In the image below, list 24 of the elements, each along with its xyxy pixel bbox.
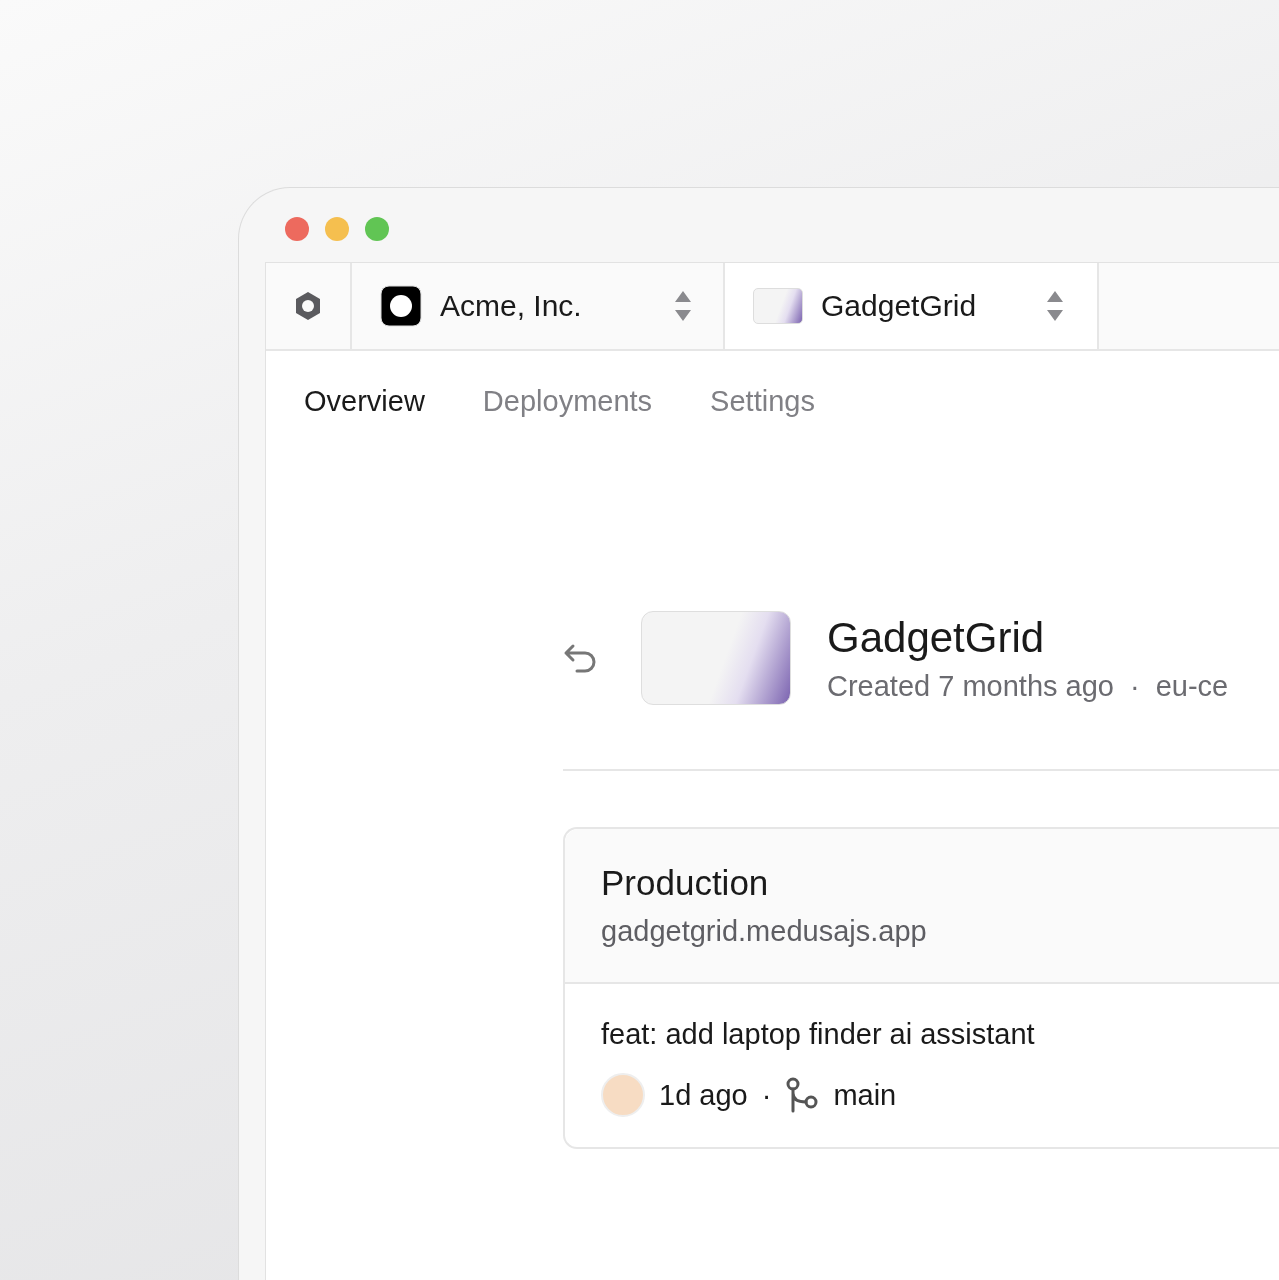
commit-time: 1d ago — [659, 1078, 748, 1112]
window-control-dot[interactable] — [325, 217, 349, 241]
commit-message: feat: add laptop finder ai assistant — [601, 1018, 1036, 1051]
chevron-up-down-icon — [1045, 289, 1065, 323]
tab[interactable]: Settings — [710, 385, 815, 418]
organization-name[interactable]: Acme, Inc. — [440, 289, 655, 323]
created-text: Created 7 months ago — [827, 669, 1114, 703]
separator-dot: · — [761, 1078, 772, 1112]
tab[interactable]: Overview — [304, 385, 425, 418]
window-control-dot[interactable] — [365, 217, 389, 241]
chevron-up-down-icon — [673, 289, 693, 323]
organization-logo-icon — [380, 285, 422, 327]
git-branch-icon — [785, 1077, 820, 1113]
project-title: GadgetGrid — [827, 613, 1046, 662]
region-text: eu-ce — [1155, 669, 1229, 703]
project-thumbnail — [753, 288, 803, 324]
window-control-dot[interactable] — [285, 217, 309, 241]
environment-title: Production — [601, 863, 770, 903]
separator-dot: · — [1129, 669, 1140, 703]
domain-text[interactable]: gadgetgrid.medusajs.app — [601, 915, 1243, 948]
tab[interactable]: Deployments — [482, 385, 653, 418]
undo-arrow-icon[interactable] — [563, 643, 597, 673]
avatar — [601, 1073, 645, 1117]
branch-name: main — [833, 1078, 897, 1112]
